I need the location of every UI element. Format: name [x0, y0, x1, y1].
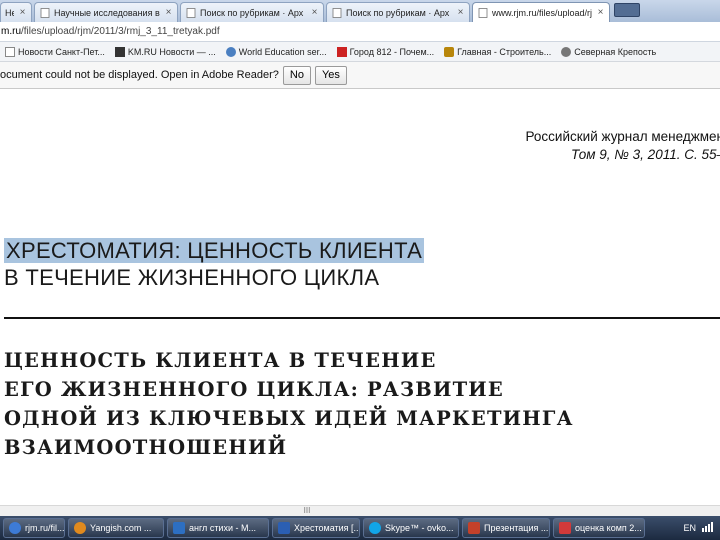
- yes-button[interactable]: Yes: [314, 65, 347, 85]
- chrome-icon: [9, 522, 21, 534]
- pdf-page[interactable]: Российский журнал менеджмен Том 9, № 3, …: [0, 90, 720, 516]
- task-label: rjm.ru/fil...: [25, 523, 65, 533]
- bookmark-label: Главная - Строитель...: [457, 46, 552, 57]
- bookmark-label: Город 812 - Почем...: [349, 46, 435, 57]
- browser-icon: [74, 522, 86, 534]
- info-message: ocument could not be displayed. Open in …: [0, 69, 279, 81]
- skype-icon: [369, 522, 381, 534]
- km-icon: [114, 46, 125, 57]
- taskbar-item[interactable]: Skype™ - ovko...: [363, 518, 459, 538]
- globe-icon: [225, 46, 236, 57]
- tab-strip: Не × Научные исследования в I × Поиск по…: [0, 0, 720, 22]
- window-button[interactable]: [614, 3, 640, 17]
- city-icon: [336, 46, 347, 57]
- pdf-icon: [559, 522, 571, 534]
- browser-tab-active[interactable]: www.rjm.ru/files/upload/rjm ×: [472, 2, 610, 22]
- journal-issue: Том 9, № 3, 2011. С. 55–: [570, 147, 720, 162]
- bookmark-label: KM.RU Новости — ...: [127, 46, 216, 57]
- bookmarks-bar: Новости Санкт-Пет... KM.RU Новости — ...…: [0, 42, 720, 62]
- section-heading-line2: В ТЕЧЕНИЕ ЖИЗНЕННОГО ЦИКЛА: [4, 265, 380, 290]
- bookmark-label: World Education ser...: [238, 46, 327, 57]
- bookmark-item[interactable]: Северная Крепость: [556, 46, 661, 57]
- word-icon: [173, 522, 185, 534]
- language-indicator[interactable]: EN: [683, 523, 696, 533]
- close-icon[interactable]: ×: [164, 8, 173, 18]
- taskbar-item[interactable]: оценка комп 2...: [553, 518, 645, 538]
- tab-label: Поиск по рубрикам · Арх: [346, 7, 450, 18]
- bookmark-item[interactable]: World Education ser...: [221, 46, 332, 57]
- title-line: ЦЕННОСТЬ КЛИЕНТА В ТЕЧЕНИЕ: [4, 349, 437, 372]
- page-icon: [39, 7, 50, 18]
- browser-tab-1[interactable]: Не ×: [0, 2, 32, 22]
- page-icon: [185, 7, 196, 18]
- taskbar-item[interactable]: Yangish.com ...: [68, 518, 164, 538]
- no-button[interactable]: No: [282, 65, 311, 85]
- crown-icon: [444, 46, 455, 57]
- taskbar-item[interactable]: Презентация ...: [462, 518, 550, 538]
- tab-label: Научные исследования в I: [54, 7, 160, 18]
- page-icon: [477, 7, 488, 18]
- task-label: Хрестоматия [...: [294, 523, 360, 533]
- task-label: Презентация ...: [484, 523, 549, 533]
- browser-tab-3[interactable]: Поиск по рубрикам · Арх ×: [180, 2, 324, 22]
- bookmark-item[interactable]: Главная - Строитель...: [439, 46, 556, 57]
- article-title: ЦЕННОСТЬ КЛИЕНТА В ТЕЧЕНИЕ ЕГО ЖИЗНЕННОГ…: [4, 346, 574, 462]
- bookmark-label: Новости Санкт-Пет...: [18, 46, 105, 57]
- tab-label: www.rjm.ru/files/upload/rjm: [492, 7, 592, 18]
- title-line: ЕГО ЖИЗНЕННОГО ЦИКЛА: РАЗВИТИЕ: [4, 378, 504, 401]
- bookmark-item[interactable]: KM.RU Новости — ...: [110, 46, 221, 57]
- task-label: Yangish.com ...: [90, 523, 152, 533]
- journal-name: Российский журнал менеджмен: [525, 129, 720, 144]
- bookmark-item[interactable]: Город 812 - Почем...: [332, 46, 440, 57]
- page-icon: [331, 7, 342, 18]
- task-label: оценка комп 2...: [575, 523, 642, 533]
- horizontal-scrollbar[interactable]: III: [0, 505, 720, 516]
- bookmark-label: Северная Крепость: [574, 46, 657, 57]
- browser-tab-4[interactable]: Поиск по рубрикам · Арх ×: [326, 2, 470, 22]
- taskbar-item[interactable]: rjm.ru/fil...: [3, 518, 65, 538]
- section-heading: ХРЕСТОМАТИЯ: ЦЕННОСТЬ КЛИЕНТА В ТЕЧЕНИЕ …: [4, 237, 425, 291]
- globe-icon: [561, 46, 572, 57]
- network-icon[interactable]: [702, 522, 714, 534]
- divider: [4, 317, 720, 319]
- close-icon[interactable]: ×: [18, 8, 27, 18]
- title-line: ВЗАИМООТНОШЕНИЙ: [4, 436, 288, 459]
- close-icon[interactable]: ×: [596, 8, 605, 18]
- close-icon[interactable]: ×: [310, 8, 319, 18]
- selected-text[interactable]: ХРЕСТОМАТИЯ: ЦЕННОСТЬ КЛИЕНТА: [4, 238, 425, 263]
- taskbar-item[interactable]: англ стихи - M...: [167, 518, 269, 538]
- journal-header: Российский журнал менеджмен Том 9, № 3, …: [526, 128, 720, 164]
- taskbar: rjm.ru/fil... Yangish.com ... англ стихи…: [0, 516, 720, 540]
- powerpoint-icon: [468, 522, 480, 534]
- close-icon[interactable]: ×: [456, 8, 465, 18]
- url-path: /files/upload/rjm/2011/3/rmj_3_11_tretya…: [21, 26, 220, 37]
- tab-label: Не: [5, 7, 14, 18]
- system-tray: EN: [677, 516, 720, 540]
- word-icon: [278, 522, 290, 534]
- task-label: англ стихи - M...: [189, 523, 256, 533]
- title-line: ОДНОЙ ИЗ КЛЮЧЕВЫХ ИДЕЙ МАРКЕТИНГА: [4, 407, 574, 430]
- pdf-info-bar: ocument could not be displayed. Open in …: [0, 62, 720, 89]
- doc-icon: [5, 46, 15, 57]
- address-bar[interactable]: m.ru/files/upload/rjm/2011/3/rmj_3_11_tr…: [0, 22, 720, 42]
- url-host: m.ru: [1, 26, 21, 37]
- browser-tab-2[interactable]: Научные исследования в I ×: [34, 2, 178, 22]
- scroll-grip[interactable]: III: [300, 507, 314, 515]
- taskbar-item[interactable]: Хрестоматия [...: [272, 518, 360, 538]
- task-label: Skype™ - ovko...: [385, 523, 454, 533]
- tab-label: Поиск по рубрикам · Арх: [200, 7, 304, 18]
- bookmark-item[interactable]: Новости Санкт-Пет...: [0, 46, 110, 57]
